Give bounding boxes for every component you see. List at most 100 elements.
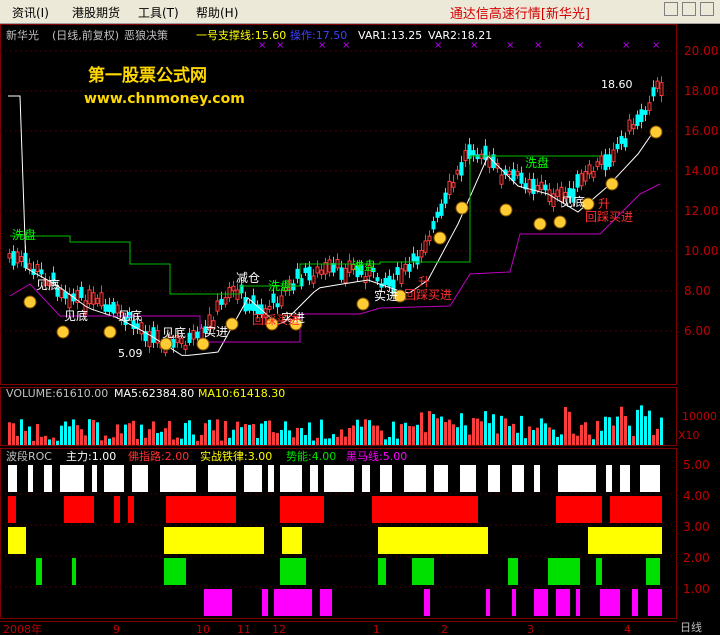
menu-help[interactable]: 帮助(H) — [196, 4, 238, 21]
volume-bar — [360, 426, 363, 445]
volume-bar — [312, 440, 315, 445]
volume-bar — [252, 423, 255, 445]
roc-band — [164, 527, 264, 554]
volume-bar — [472, 418, 475, 445]
volume-bar — [228, 437, 231, 445]
volume-bar — [208, 419, 211, 445]
volume-bar — [500, 415, 503, 445]
volume-bar — [468, 434, 471, 445]
candle-body — [303, 267, 308, 274]
volume-bar — [108, 438, 111, 445]
candle-body — [95, 297, 100, 304]
roc-band — [166, 496, 236, 523]
price-axis: 20.00 18.00 16.00 14.00 12.00 10.00 8.00… — [684, 44, 718, 338]
volume-bars-layer — [8, 405, 663, 445]
volume-bar — [436, 418, 439, 445]
volume-bar — [180, 438, 183, 445]
volume-bar — [588, 434, 591, 445]
volume-bar — [260, 423, 263, 445]
volume-bar — [336, 436, 339, 445]
candle-body — [435, 211, 440, 218]
stock-name: 新华光 — [6, 28, 39, 42]
roc-tick: 2.00 — [683, 551, 710, 565]
candle-body — [471, 150, 476, 156]
candle-body — [111, 301, 116, 314]
volume-bar — [96, 422, 99, 445]
volume-bar — [420, 412, 423, 445]
support-line-value: 一号支撑线:15.60 — [196, 28, 286, 42]
roc-band — [424, 589, 430, 616]
volume-bar — [152, 421, 155, 445]
volume-bar — [212, 430, 215, 445]
period-selector[interactable]: 日线 — [680, 619, 702, 635]
volume-ma5: MA5:62384.80 — [114, 387, 194, 400]
roc-band — [380, 465, 392, 492]
roc-band — [556, 589, 570, 616]
candle-body — [543, 184, 548, 191]
volume-bar — [604, 416, 607, 445]
volume-bar — [412, 426, 415, 445]
candle-body — [439, 203, 444, 216]
annotation-label: 见底 — [118, 308, 142, 323]
annotation-label: 洗盘 — [268, 278, 292, 293]
top-signal-icon: × — [276, 40, 284, 51]
roc-tick: 1.00 — [683, 582, 710, 596]
volume-bar — [576, 435, 579, 445]
annotation-label: 洗盘 — [12, 227, 36, 242]
roc-bands-layer — [0, 465, 676, 619]
roc-band — [534, 589, 548, 616]
candle-body — [583, 170, 588, 182]
price-tick: 16.00 — [684, 124, 718, 138]
volume-bar — [332, 434, 335, 445]
roc-e: 黑马线:5.00 — [346, 449, 407, 463]
top-signal-icon: × — [258, 40, 266, 51]
coin-marker-icon — [103, 325, 117, 339]
price-tick: 12.00 — [684, 204, 718, 218]
candle-body — [627, 119, 632, 132]
volume-bar — [628, 425, 631, 445]
candle-body — [311, 275, 316, 284]
candle-body — [423, 240, 428, 253]
volume-bar — [216, 419, 219, 445]
volume-bar — [344, 436, 347, 445]
low-price-label: 5.09 — [118, 347, 143, 360]
volume-bar — [544, 423, 547, 445]
menu-info[interactable]: 资讯(I) — [12, 4, 49, 21]
close-button[interactable] — [700, 2, 714, 16]
candle-body — [91, 292, 96, 305]
chart-canvas[interactable]: 新华光 (日线,前复权) 恶狼决策 一号支撑线:15.60 操作:17.50 V… — [0, 24, 720, 635]
candle-body — [587, 164, 592, 175]
roc-band — [558, 465, 596, 492]
candle-body — [195, 331, 200, 339]
menu-tools[interactable]: 工具(T) — [138, 4, 179, 21]
volume-bar — [568, 411, 571, 445]
volume-bar — [512, 423, 515, 445]
minimize-button[interactable] — [664, 2, 678, 16]
volume-bar — [148, 429, 151, 445]
volume-bar — [32, 440, 35, 445]
volume-bar — [100, 440, 103, 445]
volume-bar — [272, 432, 275, 445]
volume-bar — [144, 437, 147, 445]
candle-body — [623, 138, 628, 148]
volume-bar — [296, 427, 299, 445]
volume-bar — [276, 432, 279, 445]
volume-bar — [580, 424, 583, 445]
restore-button[interactable] — [682, 2, 696, 16]
menu-hk-futures[interactable]: 港股期货 — [72, 4, 120, 21]
candle-body — [383, 277, 388, 285]
candle-body — [659, 82, 664, 97]
roc-band — [646, 558, 660, 585]
annotation-label: 见底 — [561, 194, 585, 209]
candle-body — [79, 286, 84, 298]
candle-body — [315, 266, 320, 274]
coin-marker-icon — [356, 297, 370, 311]
volume-bar — [380, 430, 383, 445]
roc-band — [640, 465, 660, 492]
time-tick: 3 — [527, 623, 534, 635]
volume-bar — [88, 419, 91, 445]
time-tick: 1 — [373, 623, 380, 635]
volume-bar — [300, 428, 303, 445]
coin-marker-icon — [433, 231, 447, 245]
candle-body — [459, 162, 464, 176]
